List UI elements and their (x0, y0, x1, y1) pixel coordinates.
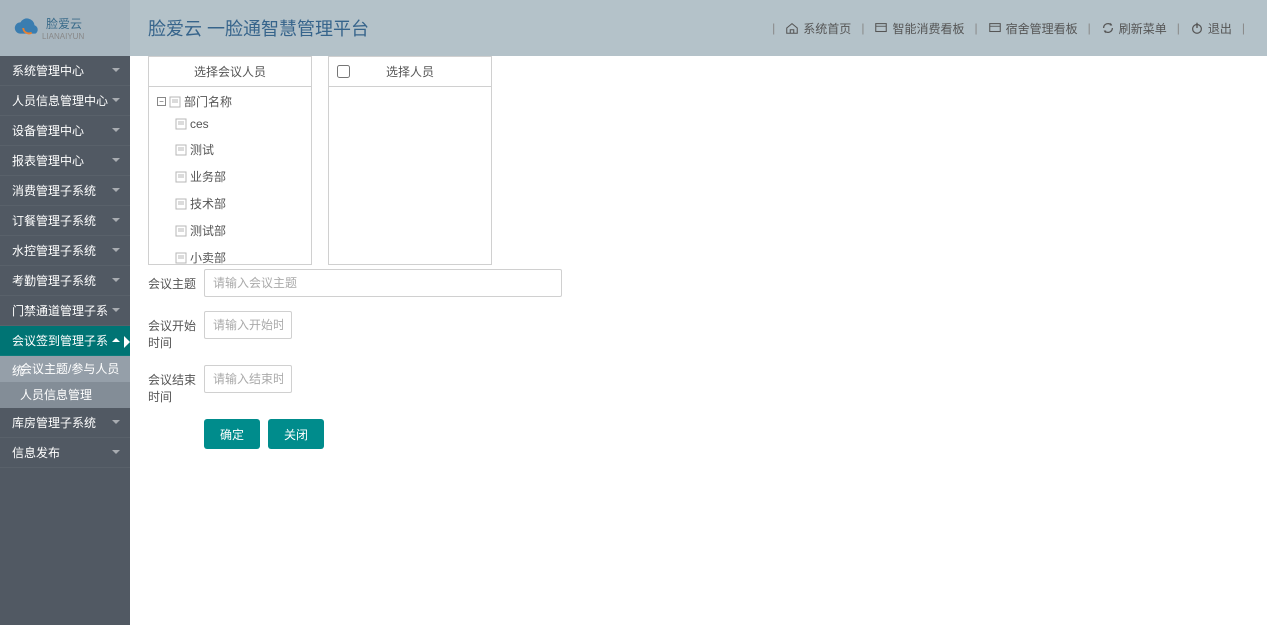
collapse-icon[interactable]: − (157, 97, 166, 106)
sidebar-item[interactable]: 考勤管理子系统 (0, 266, 130, 296)
topic-label: 会议主题 (148, 269, 204, 292)
tree-node[interactable]: 测试部 (153, 217, 307, 244)
person-list (329, 87, 491, 264)
file-icon (175, 118, 187, 130)
header-link-label: 退出 (1208, 20, 1232, 37)
close-button[interactable]: 关闭 (268, 419, 324, 449)
header-link-refresh[interactable]: 刷新菜单 (1095, 20, 1173, 37)
sidebar-item[interactable]: 人员信息管理中心 (0, 86, 130, 116)
file-icon (175, 225, 187, 237)
header-link-label: 智能消费看板 (892, 20, 964, 37)
sidebar-item[interactable]: 会议签到管理子系统 (0, 326, 130, 356)
meeting-form: 会议主题 会议开始时间 会议结束时间 确定 关闭 (148, 269, 1249, 449)
panel-select-person: 选择人员 (328, 56, 492, 265)
header-link-board[interactable]: 智能消费看板 (868, 20, 970, 37)
divider: | (772, 21, 775, 35)
panel-select-meeting-members: 选择会议人员 − 部门名称 ces 测试业务部技术部测试部小卖部 (148, 56, 312, 265)
tree-node[interactable]: 测试 (153, 136, 307, 163)
app-title: 脸爱云 一脸通智慧管理平台 (148, 15, 369, 41)
tree-root-label: 部门名称 (184, 93, 232, 110)
divider: | (1177, 21, 1180, 35)
header-link-label: 宿舍管理看板 (1006, 20, 1078, 37)
divider: | (861, 21, 864, 35)
select-all-checkbox[interactable] (337, 65, 350, 78)
meeting-end-input[interactable] (204, 365, 292, 393)
end-label: 会议结束时间 (148, 365, 204, 405)
file-icon (175, 252, 187, 264)
tree-node-label: ces (190, 117, 209, 131)
header-link-power[interactable]: 退出 (1184, 20, 1238, 37)
dept-tree[interactable]: − 部门名称 ces 测试业务部技术部测试部小卖部 (149, 87, 311, 264)
panel-header: 选择会议人员 (149, 57, 311, 87)
tree-root[interactable]: − 部门名称 (153, 91, 307, 112)
sidebar-item[interactable]: 设备管理中心 (0, 116, 130, 146)
panel-header: 选择人员 (329, 57, 491, 87)
header-link-board[interactable]: 宿舍管理看板 (982, 20, 1084, 37)
sidebar-item[interactable]: 报表管理中心 (0, 146, 130, 176)
file-icon (169, 96, 181, 108)
header-links: | 系统首页 | 智能消费看板 | 宿舍管理看板 | 刷新菜单 | 退出 | (768, 20, 1267, 37)
file-icon (175, 198, 187, 210)
tree-node[interactable]: ces (153, 112, 307, 136)
sidebar-item[interactable]: 门禁通道管理子系统 (0, 296, 130, 326)
confirm-button[interactable]: 确定 (204, 419, 260, 449)
tree-node[interactable]: 技术部 (153, 190, 307, 217)
divider: | (1088, 21, 1091, 35)
sidebar-item[interactable]: 水控管理子系统 (0, 236, 130, 266)
main-content: 选择会议人员 − 部门名称 ces 测试业务部技术部测试部小卖部 选择人员 会议主… (130, 56, 1267, 625)
tree-node-label: 小卖部 (190, 249, 226, 264)
start-label: 会议开始时间 (148, 311, 204, 351)
meeting-start-input[interactable] (204, 311, 292, 339)
logo-name: 脸爱云 (46, 15, 84, 32)
tree-node[interactable]: 业务部 (153, 163, 307, 190)
header-link-label: 刷新菜单 (1119, 20, 1167, 37)
file-icon (175, 144, 187, 156)
sidebar: 系统管理中心人员信息管理中心设备管理中心报表管理中心消费管理子系统订餐管理子系统… (0, 56, 130, 625)
divider: | (1242, 21, 1245, 35)
header-link-label: 系统首页 (803, 20, 851, 37)
tree-node-label: 测试 (190, 141, 214, 158)
file-icon (175, 171, 187, 183)
sidebar-item[interactable]: 信息发布 (0, 438, 130, 468)
sidebar-item[interactable]: 订餐管理子系统 (0, 206, 130, 236)
panel-title: 选择人员 (386, 65, 434, 79)
sidebar-item[interactable]: 消费管理子系统 (0, 176, 130, 206)
logo-sub: LIANAIYUN (42, 32, 84, 41)
header: 脸爱云 LIANAIYUN 脸爱云 一脸通智慧管理平台 | 系统首页 | 智能消费看板… (0, 0, 1267, 56)
header-link-home[interactable]: 系统首页 (779, 20, 857, 37)
tree-node-label: 业务部 (190, 168, 226, 185)
meeting-topic-input[interactable] (204, 269, 562, 297)
tree-node[interactable]: 小卖部 (153, 244, 307, 264)
tree-node-label: 测试部 (190, 222, 226, 239)
sidebar-item[interactable]: 库房管理子系统 (0, 408, 130, 438)
cloud-icon (12, 13, 42, 43)
tree-node-label: 技术部 (190, 195, 226, 212)
divider: | (974, 21, 977, 35)
logo: 脸爱云 LIANAIYUN (0, 0, 130, 56)
sidebar-item[interactable]: 系统管理中心 (0, 56, 130, 86)
